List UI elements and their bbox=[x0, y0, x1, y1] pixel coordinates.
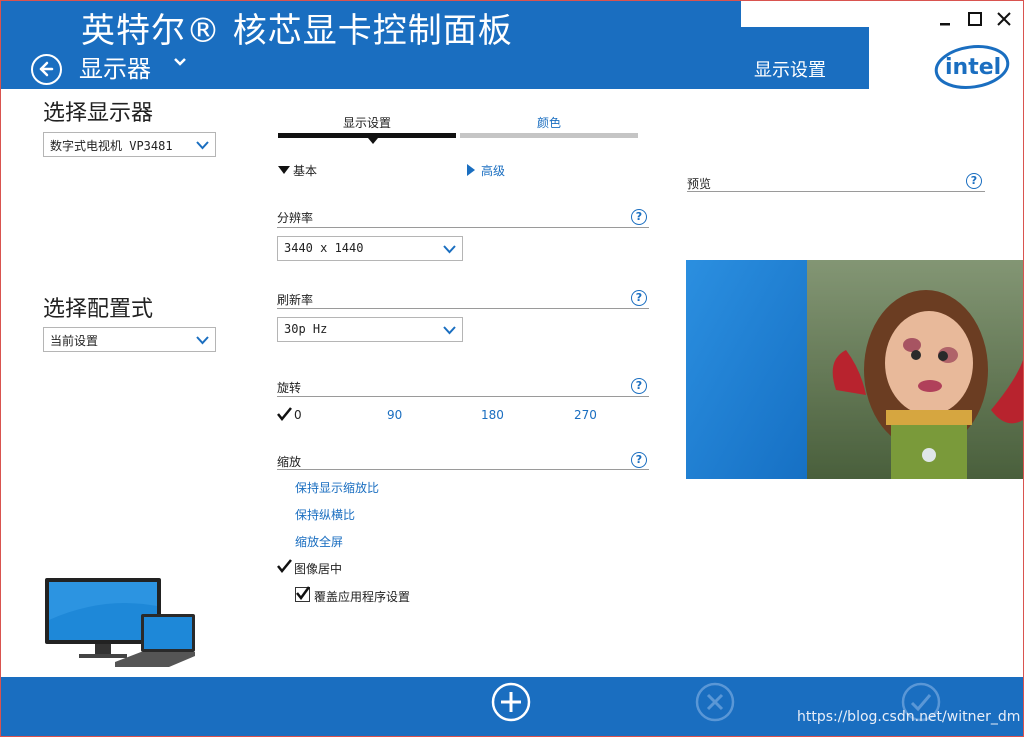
scaling-option-full-screen[interactable]: 缩放全屏 bbox=[295, 533, 343, 550]
intel-logo-text: intel bbox=[945, 55, 1001, 80]
refresh-rate-label: 刷新率 bbox=[277, 293, 314, 307]
rotation-option-180[interactable]: 180 bbox=[481, 408, 504, 422]
checkmark-icon bbox=[296, 586, 310, 600]
resolution-select-value: 3440 x 1440 bbox=[284, 241, 364, 255]
preview-help-icon[interactable]: ? bbox=[966, 173, 982, 189]
arrow-left-icon bbox=[39, 61, 54, 77]
app-window: 英特尔® 核芯显卡控制面板 显示器 显示设置 intel 选择显示器 数字式电视… bbox=[0, 0, 1024, 737]
advanced-mode-toggle[interactable]: 高级 bbox=[481, 162, 505, 179]
divider bbox=[277, 396, 649, 397]
tab-display-settings[interactable]: 显示设置 bbox=[278, 114, 456, 131]
rotation-option-270[interactable]: 270 bbox=[574, 408, 597, 422]
checkmark-icon bbox=[277, 559, 292, 573]
minimize-icon[interactable] bbox=[939, 13, 951, 27]
triangle-down-icon bbox=[278, 166, 290, 174]
preview-photo bbox=[686, 260, 1023, 479]
profile-select[interactable]: 当前设置 bbox=[43, 327, 216, 352]
tab-color[interactable]: 颜色 bbox=[460, 114, 638, 131]
tab-pointer-icon bbox=[368, 138, 378, 144]
rotation-option-90[interactable]: 90 bbox=[387, 408, 402, 422]
refresh-rate-select-value: 30p Hz bbox=[284, 322, 328, 336]
resolution-label: 分辨率 bbox=[277, 211, 314, 225]
cancel-icon[interactable] bbox=[695, 682, 735, 722]
override-app-settings-label: 覆盖应用程序设置 bbox=[314, 590, 411, 604]
scaling-help-icon[interactable]: ? bbox=[631, 452, 647, 468]
add-icon[interactable] bbox=[491, 682, 531, 722]
preview-label: 预览 bbox=[687, 177, 712, 191]
override-app-settings-checkbox[interactable] bbox=[295, 586, 310, 602]
rotation-option-0[interactable]: 0 bbox=[294, 408, 302, 422]
resolution-help-icon[interactable]: ? bbox=[631, 209, 647, 225]
select-profile-label: 选择配置式 bbox=[43, 297, 154, 322]
basic-mode-toggle[interactable]: 基本 bbox=[293, 162, 317, 179]
scaling-option-keep-display-ratio[interactable]: 保持显示缩放比 bbox=[295, 479, 379, 496]
maximize-icon[interactable] bbox=[967, 11, 983, 27]
chevron-down-icon bbox=[196, 336, 209, 345]
close-icon[interactable] bbox=[996, 11, 1012, 27]
refresh-rate-select[interactable]: 30p Hz bbox=[277, 317, 463, 342]
app-title: 英特尔® 核芯显卡控制面板 bbox=[81, 11, 513, 51]
profile-select-value: 当前设置 bbox=[50, 334, 99, 348]
chevron-down-icon bbox=[196, 141, 209, 150]
back-button[interactable] bbox=[31, 54, 62, 85]
checkmark-icon bbox=[277, 407, 292, 421]
preview-image bbox=[686, 260, 1023, 479]
rotation-help-icon[interactable]: ? bbox=[631, 378, 647, 394]
divider bbox=[277, 308, 649, 309]
refresh-rate-help-icon[interactable]: ? bbox=[631, 290, 647, 306]
display-select-value: 数字式电视机 VP3481 bbox=[50, 139, 173, 153]
page-title[interactable]: 显示器 bbox=[79, 49, 151, 84]
scaling-option-center-image[interactable]: 图像居中 bbox=[294, 560, 342, 577]
scaling-option-keep-aspect[interactable]: 保持纵横比 bbox=[295, 506, 355, 523]
watermark-text: https://blog.csdn.net/witner_dm bbox=[797, 709, 1021, 725]
chevron-down-icon bbox=[443, 326, 456, 335]
resolution-select[interactable]: 3440 x 1440 bbox=[277, 236, 463, 261]
triangle-right-icon bbox=[467, 164, 475, 176]
chevron-down-icon[interactable] bbox=[173, 57, 187, 67]
rotation-label: 旋转 bbox=[277, 381, 302, 395]
intel-logo: intel bbox=[934, 45, 1010, 89]
divider bbox=[687, 191, 985, 192]
display-select[interactable]: 数字式电视机 VP3481 bbox=[43, 132, 216, 157]
select-display-label: 选择显示器 bbox=[43, 101, 154, 126]
scaling-label: 缩放 bbox=[277, 455, 302, 469]
divider bbox=[277, 469, 649, 470]
chevron-down-icon bbox=[443, 245, 456, 254]
tab-color-indicator bbox=[460, 133, 638, 138]
section-tag: 显示设置 bbox=[754, 60, 826, 81]
header-slant bbox=[741, 1, 801, 27]
divider bbox=[277, 227, 649, 228]
display-device-illustration bbox=[45, 578, 195, 667]
tab-display-settings-indicator bbox=[278, 133, 456, 138]
